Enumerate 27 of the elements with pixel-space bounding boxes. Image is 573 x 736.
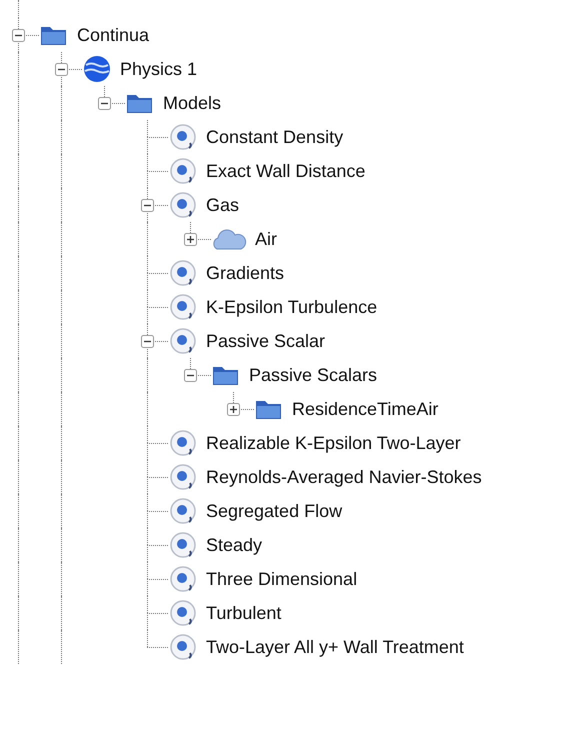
collapse-toggle[interactable] (55, 63, 68, 76)
tree-item[interactable]: Passive Scalars (249, 364, 378, 386)
tree-item[interactable]: Two-Layer All y+ Wall Treatment (206, 636, 464, 658)
collapse-toggle[interactable] (141, 199, 154, 212)
tree-item[interactable]: Three Dimensional (206, 568, 358, 590)
tree-item[interactable]: Models (163, 92, 222, 114)
tree-item[interactable]: Steady (206, 534, 262, 556)
tree-item[interactable]: Realizable K-Epsilon Two-Layer (206, 432, 461, 454)
tree-item[interactable]: Continua (77, 24, 150, 46)
tree-item[interactable]: K-Epsilon Turbulence (206, 296, 378, 318)
tree-item[interactable]: Gas (206, 194, 240, 216)
tree-item[interactable]: Constant Density (206, 126, 344, 148)
tree-item[interactable]: Passive Scalar (206, 330, 326, 352)
tree-item[interactable]: Segregated Flow (206, 500, 342, 522)
tree-item[interactable]: ResidenceTimeAir (292, 398, 438, 420)
collapse-toggle[interactable] (98, 97, 111, 110)
tree-item[interactable]: Physics 1 (120, 58, 198, 80)
collapse-toggle[interactable] (12, 29, 25, 42)
expand-toggle[interactable] (227, 403, 240, 416)
expand-toggle[interactable] (184, 233, 197, 246)
tree-item[interactable]: Turbulent (206, 602, 282, 624)
tree-item[interactable]: Exact Wall Distance (206, 160, 366, 182)
tree-item[interactable]: Reynolds-Averaged Navier-Stokes (206, 466, 482, 488)
collapse-toggle[interactable] (184, 369, 197, 382)
collapse-toggle[interactable] (141, 335, 154, 348)
tree-item[interactable]: Air (255, 228, 277, 250)
tree-item[interactable]: Gradients (206, 262, 284, 284)
